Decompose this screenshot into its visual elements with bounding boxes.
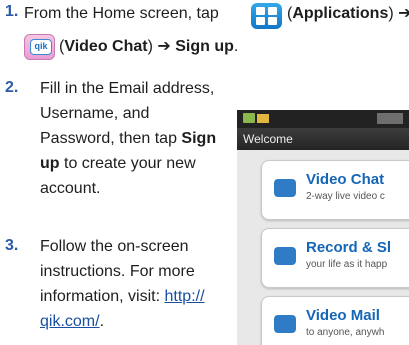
- card-subtitle: your life as it happ: [306, 259, 388, 270]
- sign-up-label: Sign up: [175, 38, 234, 55]
- applications-label: Applications: [292, 5, 389, 22]
- step-2-line: Username, and: [40, 105, 150, 122]
- welcome-header: Welcome: [237, 128, 409, 150]
- card-subtitle: 2-way live video c: [306, 191, 385, 202]
- apps-grid-cell: [256, 17, 265, 25]
- paren-close-arrow: ) ➔: [388, 5, 409, 22]
- step-2-line: account.: [40, 180, 101, 197]
- phone-content: Video Chat 2-way live video c Record & S…: [237, 150, 409, 345]
- step-3-number: 3.: [5, 237, 19, 254]
- apps-grid-cell: [268, 7, 277, 15]
- step-2-line: up to create your new: [40, 155, 196, 172]
- card-title: Video Chat: [306, 171, 385, 188]
- step-2-line: Password, then tap Sign: [40, 130, 217, 147]
- step-3-line: instructions. For more: [40, 263, 195, 280]
- qik-icon-label: qik: [30, 39, 52, 55]
- apps-grid-cell: [256, 7, 265, 15]
- signal-icon: [377, 113, 403, 124]
- step-2-number: 2.: [5, 79, 19, 96]
- step-1-line1: From the Home screen, tap: [24, 1, 219, 26]
- step-1-line2: (Video Chat) ➔ Sign up.: [59, 34, 238, 59]
- step-3-text: Follow the on-screen instructions. For m…: [40, 234, 240, 334]
- card-title: Record & Sl: [306, 239, 392, 256]
- apps-grid-cell: [268, 17, 277, 25]
- status-bar: [237, 110, 409, 128]
- apps-grid-icon: [251, 3, 282, 29]
- qik-link[interactable]: http://: [165, 288, 205, 305]
- step-3-line: Follow the on-screen: [40, 238, 189, 255]
- paren-close-arrow-2: ) ➔: [147, 38, 176, 55]
- step-1-line1-b: (Applications) ➔: [287, 1, 409, 26]
- record-card[interactable]: Record & Sl your life as it happ: [261, 228, 409, 288]
- step-1-number: 1.: [5, 3, 19, 20]
- video-chat-label: Video Chat: [64, 38, 148, 55]
- card-subtitle: to anyone, anywh: [306, 327, 385, 338]
- step-3-line: qik.com/.: [40, 313, 105, 330]
- mail-icon: [274, 315, 296, 333]
- card-title: Video Mail: [306, 307, 380, 324]
- qik-icon: qik: [24, 34, 55, 60]
- notification-icon: [243, 113, 255, 123]
- step-3-line: information, visit: http://: [40, 288, 205, 305]
- envelope-icon: [257, 114, 269, 123]
- step-1-text-a: From the Home screen, tap: [24, 5, 219, 22]
- period: .: [233, 38, 239, 55]
- video-mail-card[interactable]: Video Mail to anyone, anywh: [261, 296, 409, 345]
- phone-screenshot: Welcome Video Chat 2-way live video c Re…: [237, 110, 409, 345]
- step-2-line: Fill in the Email address,: [40, 80, 215, 97]
- step-2-text: Fill in the Email address, Username, and…: [40, 76, 240, 201]
- chat-bubble-icon: [274, 179, 296, 197]
- sign-label: Sign: [181, 130, 217, 147]
- up-label: up: [40, 155, 60, 172]
- camera-icon: [274, 247, 296, 265]
- video-chat-card[interactable]: Video Chat 2-way live video c: [261, 160, 409, 220]
- qik-link-cont[interactable]: qik.com/: [40, 313, 100, 330]
